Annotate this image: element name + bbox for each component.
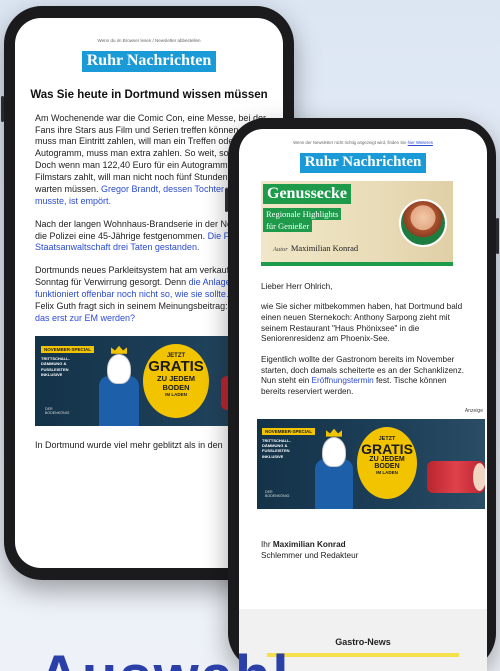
article-link[interactable]: Eröffnungstermin — [312, 376, 374, 385]
section-title: Gastro-News — [335, 637, 391, 647]
browser-notice: Wenn der Newsletter nicht richtig angeze… — [293, 140, 433, 145]
phone-volume-button — [1, 96, 4, 122]
newsletter-body: Lieber Herr Ohlrich, wie Sie sicher mitb… — [239, 266, 487, 398]
phone-power-button — [496, 218, 499, 254]
ad-badge: NOVEMBER-SPECIAL — [41, 345, 95, 353]
ad-badge: NOVEMBER-SPECIAL — [262, 427, 316, 435]
paragraph: wie Sie sicher mitbekommen haben, hat Do… — [261, 302, 463, 344]
genussecke-subtitle: für Genießer — [263, 219, 313, 232]
signature: Ihr Maximilian Konrad Schlemmer und Reda… — [239, 509, 487, 561]
author-avatar — [399, 198, 447, 247]
brand-header: Ruhr Nachrichten — [15, 51, 283, 72]
browser-link[interactable]: hier Weiteres — [408, 140, 433, 145]
signature-role: Schlemmer und Redakteur — [261, 550, 359, 560]
crown-icon — [111, 345, 127, 354]
ad-features: TRITTSCHALL- DÄMMUNG & FUSSLEISTEN INKLU… — [262, 437, 291, 459]
newsletter-screen-right[interactable]: Wenn der Newsletter nicht richtig angeze… — [239, 129, 487, 671]
brand-logo[interactable]: Ruhr Nachrichten — [81, 51, 217, 72]
phone-right: Wenn der Newsletter nicht richtig angeze… — [225, 118, 499, 671]
genussecke-title: Genussecke — [263, 183, 351, 204]
gratis-burst: JETZT GRATIS ZU JEDEM BODEN IM LADEN — [357, 426, 417, 499]
phone-volume-button — [225, 188, 228, 212]
ad-banner[interactable]: NOVEMBER-SPECIAL TRITTSCHALL- DÄMMUNG & … — [257, 418, 485, 509]
paragraph: Eigentlich wollte der Gastronom bereits … — [261, 355, 464, 396]
browser-notice[interactable]: Wenn du im Browser lesen / Newsletter ab… — [15, 18, 283, 43]
backdrop-headline: Auswahl — [38, 648, 478, 671]
king-mascot-icon — [107, 353, 131, 384]
ad-brand: DER BODENKÖNIG — [45, 406, 70, 415]
ad-features: TRITTSCHALL- DÄMMUNG & FUSSLEISTEN INKLU… — [41, 355, 70, 377]
green-bar — [261, 261, 453, 266]
greeting: Lieber Herr Ohlrich, — [261, 281, 333, 291]
carpet-roll-end — [473, 462, 485, 491]
ad-label: Anzeige — [464, 407, 483, 414]
genussecke-subtitle: Regionale Highlights — [263, 207, 342, 220]
brand-header: Ruhr Nachrichten — [239, 153, 487, 173]
crown-icon — [326, 428, 342, 437]
author-line: Autor Maximilian Konrad — [273, 242, 359, 253]
ad-brand: DER BODENKÖNIG — [265, 489, 290, 498]
gratis-burst: JETZT GRATIS ZU JEDEM BODEN IM LADEN — [143, 343, 209, 418]
genussecke-header: Genussecke Regionale Highlights für Geni… — [261, 180, 453, 266]
signature-name: Maximilian Konrad — [272, 539, 346, 549]
king-mascot-icon — [322, 436, 346, 467]
newsletter-headline: Was Sie heute in Dortmund wissen müssen — [30, 88, 268, 101]
brand-logo[interactable]: Ruhr Nachrichten — [299, 153, 427, 173]
